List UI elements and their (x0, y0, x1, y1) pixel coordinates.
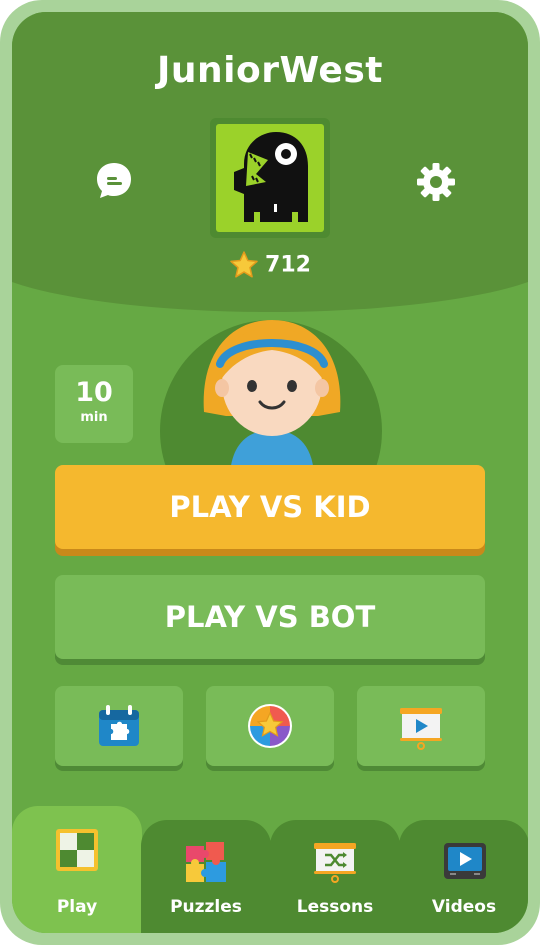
rating-value: 712 (265, 252, 311, 278)
achievements-button[interactable] (206, 686, 334, 766)
tab-label: Puzzles (170, 897, 242, 917)
app-title: JuniorWest (157, 50, 383, 91)
time-value: 10 (75, 377, 113, 408)
kid-opponent-icon (203, 320, 341, 474)
tab-label: Play (56, 897, 98, 917)
puzzle-calendar-icon (99, 705, 139, 746)
tab-label: Lessons (296, 897, 374, 917)
tab-videos[interactable]: Videos (399, 820, 528, 933)
puzzle-pieces-icon (186, 842, 226, 882)
app-screen: JuniorWest 712 10 min PLAY VS KID PLAY V… (12, 12, 528, 933)
chessboard-icon (56, 829, 98, 871)
tab-lessons[interactable]: Lessons (270, 820, 400, 933)
settings-button[interactable] (414, 160, 458, 204)
tab-puzzles[interactable]: Puzzles (141, 820, 271, 933)
daily-puzzle-button[interactable] (55, 686, 183, 766)
play-vs-bot-button[interactable]: PLAY VS BOT (55, 575, 485, 659)
video-lessons-button[interactable] (357, 686, 485, 766)
tv-play-icon (444, 843, 486, 879)
device-frame: JuniorWest 712 10 min PLAY VS KID PLAY V… (0, 0, 540, 945)
star-badge-icon (248, 704, 292, 748)
avatar-image (216, 124, 324, 232)
rating-display: 712 (12, 250, 528, 280)
time-control-button[interactable]: 10 min (55, 365, 133, 443)
avatar[interactable] (210, 118, 330, 238)
play-vs-kid-button[interactable]: PLAY VS KID (55, 465, 485, 549)
video-board-icon (400, 708, 442, 750)
lesson-board-icon (314, 843, 356, 883)
gear-icon (417, 163, 455, 201)
bottom-navigation: Play Puzzles Lessons Videos (12, 806, 528, 933)
star-icon (229, 250, 259, 280)
chat-button[interactable] (94, 160, 134, 200)
tab-play[interactable]: Play (12, 806, 142, 933)
tab-label: Videos (431, 897, 497, 917)
monster-avatar-icon (234, 132, 308, 222)
time-unit: min (80, 410, 108, 425)
chat-bubble-icon (97, 163, 131, 198)
